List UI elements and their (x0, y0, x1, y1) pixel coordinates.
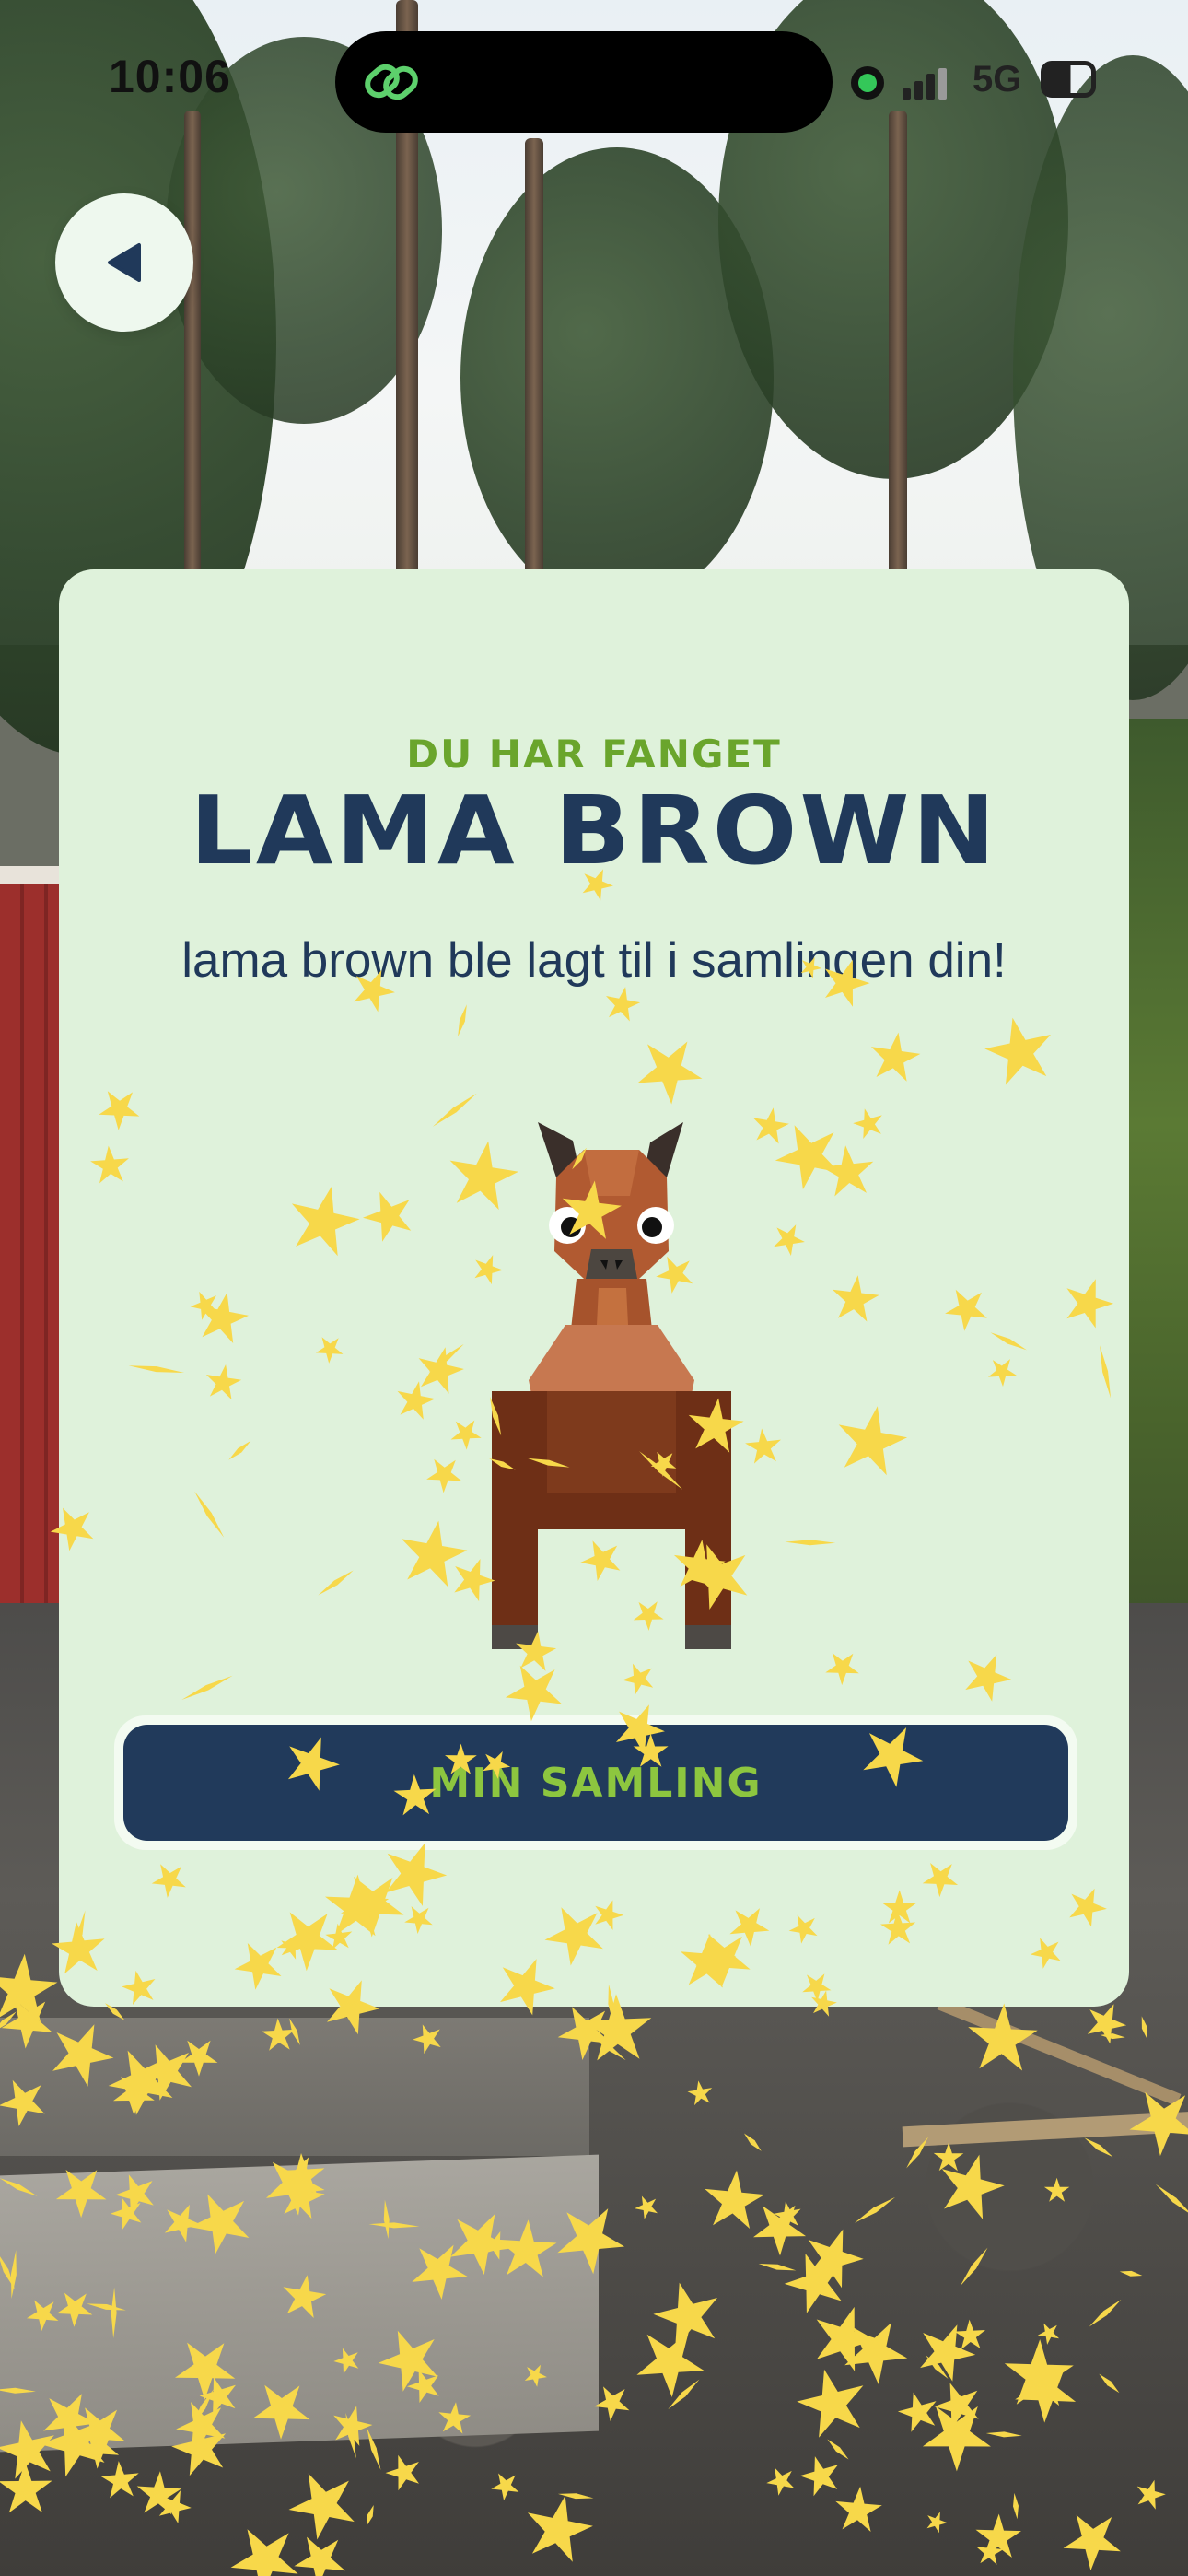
added-message: lama brown ble lagt til i samlingen din! (181, 933, 1007, 988)
link-app-icon (365, 64, 418, 100)
status-bar: 10:06 5G (0, 0, 1188, 166)
caught-label: DU HAR FANGET (406, 732, 782, 777)
cellular-signal-icon (903, 68, 947, 100)
concrete-step (0, 2018, 589, 2156)
clock: 10:06 (109, 51, 231, 102)
tree-trunk (525, 138, 543, 580)
button-outline: MIN SAMLING (114, 1715, 1077, 1850)
tree-trunk (184, 111, 201, 590)
back-arrow-icon (108, 243, 141, 282)
concrete-slab (0, 2154, 599, 2453)
llama-brown-icon (492, 1122, 731, 1649)
catch-result-card: DU HAR FANGET LAMA BROWN lama brown ble … (59, 569, 1129, 2007)
tree-trunk (889, 111, 907, 590)
dynamic-island (335, 31, 833, 133)
battery-icon (1041, 61, 1096, 98)
my-collection-button[interactable]: MIN SAMLING (123, 1725, 1068, 1841)
network-type: 5G (973, 59, 1022, 100)
back-button[interactable] (55, 193, 193, 332)
creature-name: LAMA BROWN (190, 777, 998, 886)
recording-indicator-icon (851, 66, 884, 100)
